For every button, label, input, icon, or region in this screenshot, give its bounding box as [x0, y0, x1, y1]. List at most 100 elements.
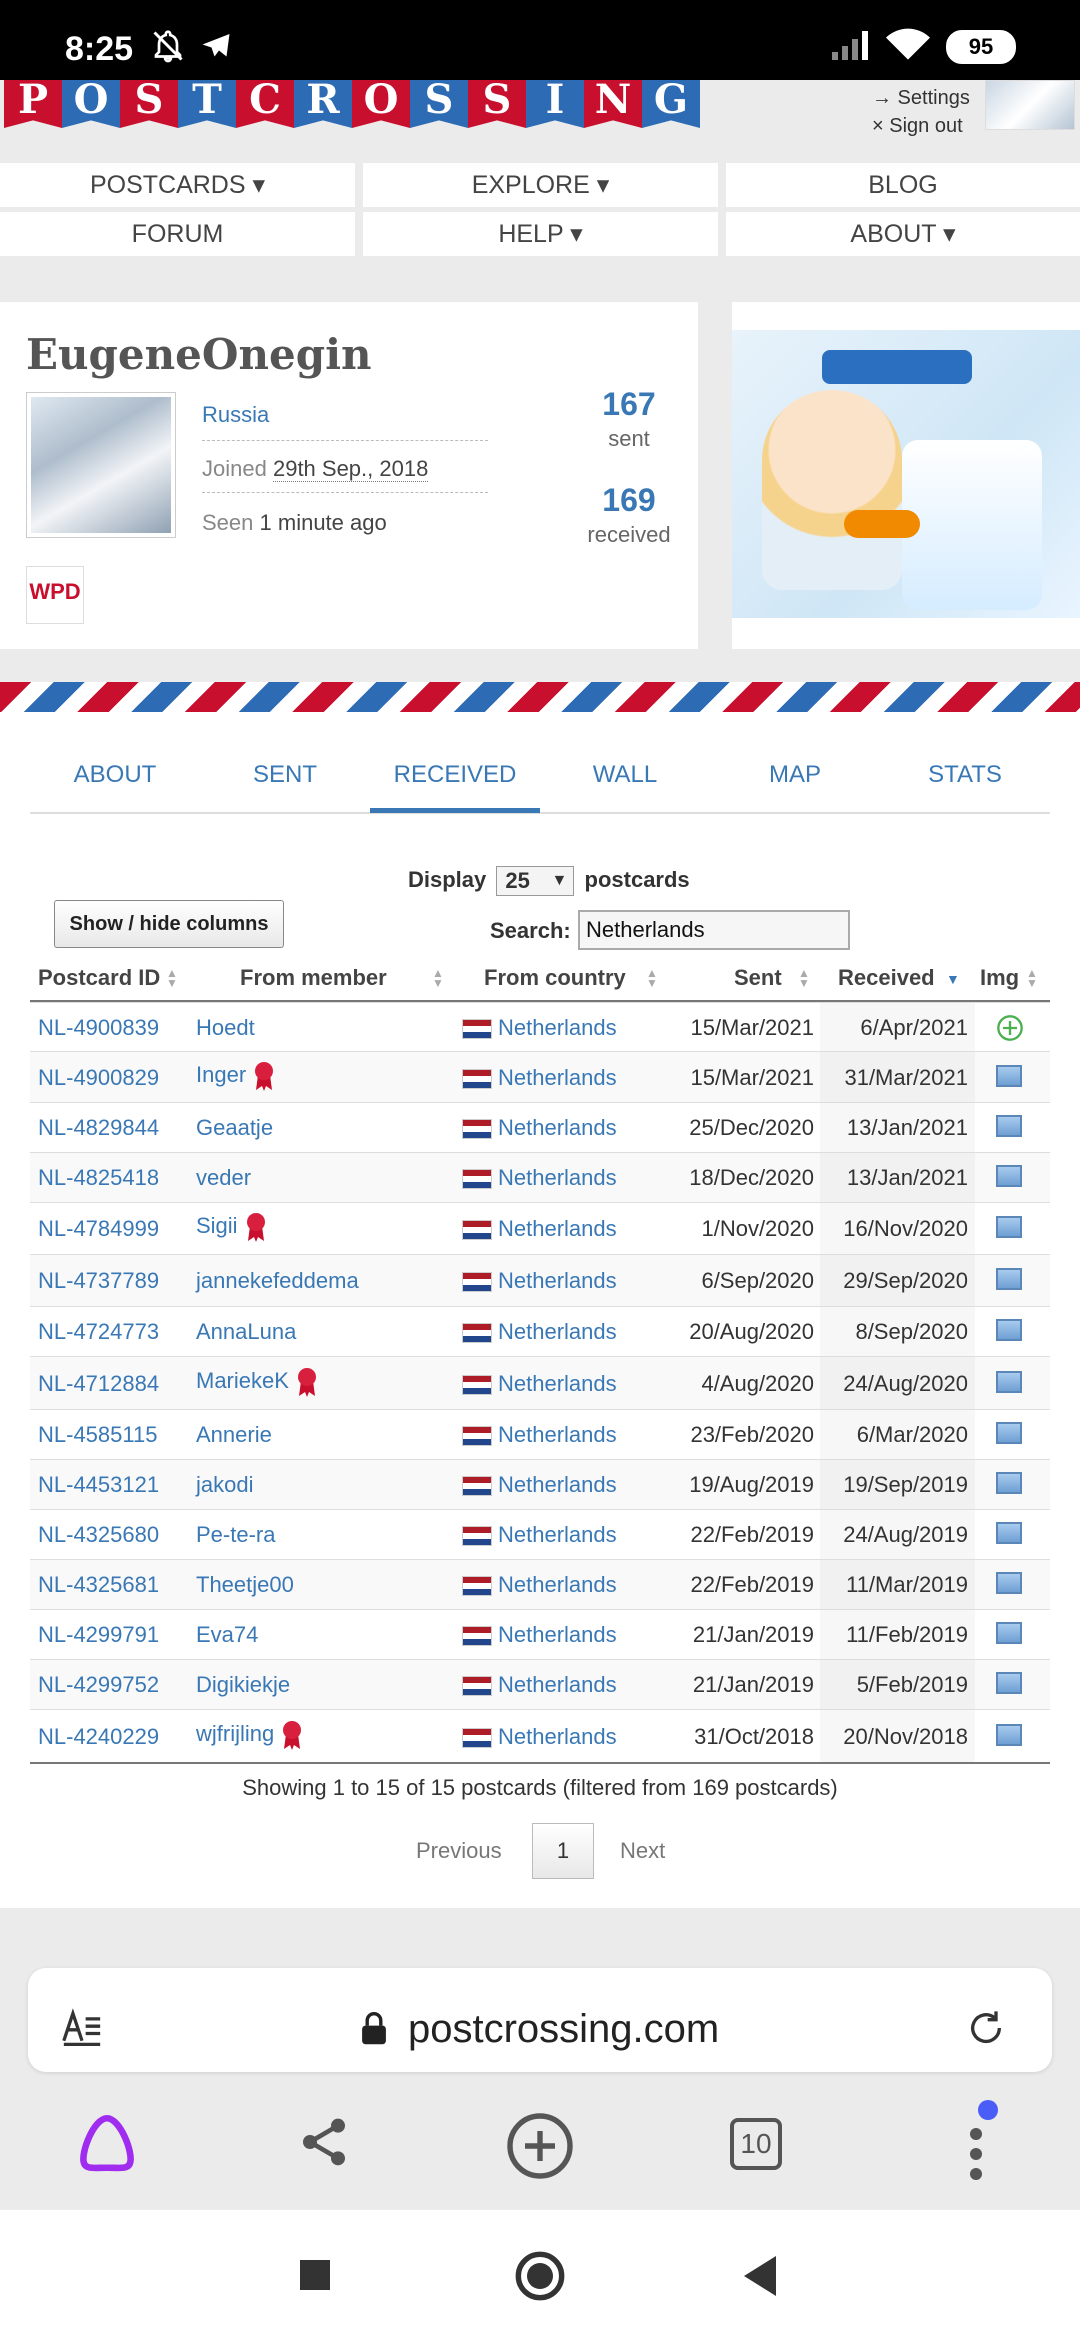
tab-map[interactable]: MAP	[710, 740, 880, 810]
postcard-id-link[interactable]: NL-4299752	[38, 1672, 159, 1698]
home-button[interactable]	[514, 2250, 566, 2302]
country-link[interactable]: Netherlands	[462, 1115, 617, 1141]
country-link[interactable]: Netherlands	[462, 1216, 617, 1242]
postcard-id-link[interactable]: NL-4737789	[38, 1268, 159, 1294]
url-text[interactable]: postcrossing.com	[408, 2007, 719, 2052]
postcard-image-icon[interactable]	[996, 1319, 1022, 1341]
member-link[interactable]: veder	[196, 1165, 251, 1190]
member-link[interactable]: Geaatje	[196, 1115, 273, 1140]
profile-avatar[interactable]	[26, 392, 176, 538]
add-image-icon[interactable]	[996, 1014, 1024, 1042]
postcard-image-icon[interactable]	[996, 1422, 1022, 1444]
country-link[interactable]: Netherlands	[462, 1165, 617, 1191]
member-link[interactable]: jakodi	[196, 1472, 253, 1497]
postcard-id-link[interactable]: NL-4325680	[38, 1522, 159, 1548]
postcard-image-icon[interactable]	[996, 1522, 1022, 1544]
new-tab-icon[interactable]	[504, 2110, 576, 2182]
postcard-id-link[interactable]: NL-4829844	[38, 1115, 159, 1141]
col-header-id[interactable]: Postcard ID	[38, 956, 160, 1000]
col-header-sent[interactable]: Sent	[734, 956, 782, 1000]
recents-button[interactable]	[300, 2260, 330, 2290]
postcard-image-icon[interactable]	[996, 1165, 1022, 1187]
member-link[interactable]: Hoedt	[196, 1015, 255, 1040]
profile-country-link[interactable]: Russia	[202, 402, 269, 428]
member-link[interactable]: Theetje00	[196, 1572, 294, 1597]
share-icon[interactable]	[296, 2114, 352, 2170]
postcard-image-icon[interactable]	[996, 1724, 1022, 1746]
postcard-id-link[interactable]: NL-4784999	[38, 1216, 159, 1242]
col-header-member[interactable]: From member	[240, 956, 387, 1000]
nav-postcards[interactable]: POSTCARDS ▾	[0, 163, 355, 207]
member-link[interactable]: jannekefeddema	[196, 1268, 359, 1293]
member-link[interactable]: Eva74	[196, 1622, 258, 1647]
wpd-badge[interactable]: WPD	[26, 566, 84, 624]
sign-out-link[interactable]: × Sign out	[872, 112, 970, 140]
pager-previous[interactable]: Previous	[416, 1838, 502, 1864]
postcard-image-icon[interactable]	[996, 1371, 1022, 1393]
postcard-image-icon[interactable]	[996, 1622, 1022, 1644]
received-count[interactable]: 169	[569, 482, 689, 519]
nav-help[interactable]: HELP ▾	[363, 212, 718, 256]
postcard-id-link[interactable]: NL-4325681	[38, 1572, 159, 1598]
tabs-counter[interactable]: 10	[730, 2118, 782, 2170]
country-link[interactable]: Netherlands	[462, 1572, 617, 1598]
reload-icon[interactable]	[966, 2008, 1006, 2048]
member-link[interactable]: Annerie	[196, 1422, 272, 1447]
nav-forum[interactable]: FORUM	[0, 212, 355, 256]
country-link[interactable]: Netherlands	[462, 1672, 617, 1698]
country-link[interactable]: Netherlands	[462, 1319, 617, 1345]
postcard-image-icon[interactable]	[996, 1472, 1022, 1494]
postcard-id-link[interactable]: NL-4585115	[38, 1422, 157, 1448]
postcard-id-link[interactable]: NL-4453121	[38, 1472, 159, 1498]
postcard-id-link[interactable]: NL-4900829	[38, 1065, 159, 1091]
nav-about[interactable]: ABOUT ▾	[726, 212, 1080, 256]
reader-mode-icon[interactable]	[60, 2008, 104, 2048]
advertisement-image[interactable]	[732, 330, 1080, 618]
col-header-img[interactable]: Img	[980, 956, 1019, 1000]
postcard-image-icon[interactable]	[996, 1268, 1022, 1290]
member-link[interactable]: Digikiekje	[196, 1672, 290, 1697]
postcard-id-link[interactable]: NL-4825418	[38, 1165, 159, 1191]
tab-about[interactable]: ABOUT	[30, 740, 200, 810]
show-hide-columns-button[interactable]: Show / hide columns	[54, 900, 284, 948]
page-size-select[interactable]: 25 ▼	[496, 866, 575, 896]
tab-wall[interactable]: WALL	[540, 740, 710, 810]
country-link[interactable]: Netherlands	[462, 1622, 617, 1648]
country-link[interactable]: Netherlands	[462, 1015, 617, 1041]
country-link[interactable]: Netherlands	[462, 1472, 617, 1498]
tab-sent[interactable]: SENT	[200, 740, 370, 810]
postcard-id-link[interactable]: NL-4724773	[38, 1319, 159, 1345]
col-header-received[interactable]: Received	[838, 956, 935, 1000]
tab-received[interactable]: RECEIVED	[370, 740, 540, 810]
back-button[interactable]	[740, 2254, 780, 2298]
search-input[interactable]: Netherlands	[578, 910, 850, 950]
postcard-image-icon[interactable]	[996, 1065, 1022, 1087]
settings-link[interactable]: → Settings	[872, 84, 970, 112]
country-link[interactable]: Netherlands	[462, 1268, 617, 1294]
nav-blog[interactable]: BLOG	[726, 163, 1080, 207]
more-menu-icon[interactable]	[960, 2098, 1000, 2182]
member-link[interactable]: Inger	[196, 1062, 246, 1087]
member-link[interactable]: Pe-te-ra	[196, 1522, 275, 1547]
postcard-image-icon[interactable]	[996, 1115, 1022, 1137]
member-link[interactable]: MariekeK	[196, 1368, 289, 1393]
country-link[interactable]: Netherlands	[462, 1371, 617, 1397]
postcard-id-link[interactable]: NL-4712884	[38, 1371, 159, 1397]
nav-explore[interactable]: EXPLORE ▾	[363, 163, 718, 207]
member-link[interactable]: AnnaLuna	[196, 1319, 296, 1344]
sent-count[interactable]: 167	[569, 386, 689, 423]
pager-page-1[interactable]: 1	[532, 1823, 594, 1879]
tab-stats[interactable]: STATS	[880, 740, 1050, 810]
member-link[interactable]: wjfrijling	[196, 1721, 274, 1746]
header-avatar[interactable]	[985, 80, 1075, 130]
postcard-id-link[interactable]: NL-4900839	[38, 1015, 159, 1041]
postcard-image-icon[interactable]	[996, 1216, 1022, 1238]
country-link[interactable]: Netherlands	[462, 1065, 617, 1091]
country-link[interactable]: Netherlands	[462, 1422, 617, 1448]
postcard-image-icon[interactable]	[996, 1672, 1022, 1694]
postcard-id-link[interactable]: NL-4240229	[38, 1724, 159, 1750]
country-link[interactable]: Netherlands	[462, 1522, 617, 1548]
col-header-country[interactable]: From country	[484, 956, 626, 1000]
postcard-image-icon[interactable]	[996, 1572, 1022, 1594]
pager-next[interactable]: Next	[620, 1838, 665, 1864]
